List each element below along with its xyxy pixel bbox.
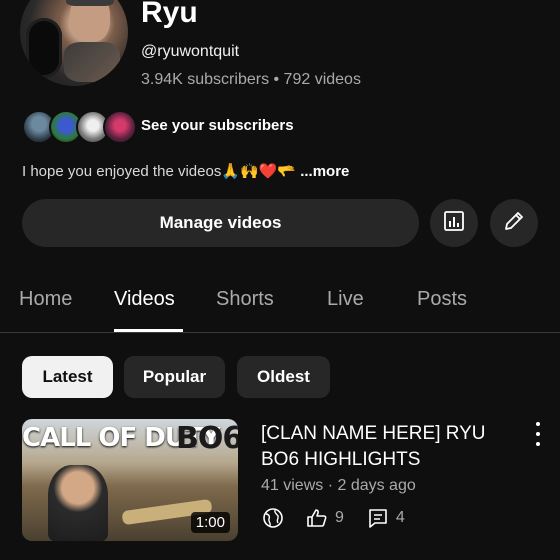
- avatar-cap: [66, 0, 114, 6]
- subscriber-avatar: [103, 110, 137, 144]
- chip-popular[interactable]: Popular: [124, 356, 225, 398]
- description-text: I hope you enjoyed the videos🙏🙌❤️🫳: [22, 163, 297, 180]
- channel-handle: @ryuwontquit: [141, 43, 240, 60]
- microphone-shape: [26, 18, 62, 78]
- video-title[interactable]: [CLAN NAME HERE] RYU BO6 HIGHLIGHTS: [261, 421, 511, 473]
- chip-oldest[interactable]: Oldest: [237, 356, 330, 398]
- channel-stats: 3.94K subscribers • 792 videos: [141, 71, 361, 88]
- video-stats: 9 4: [261, 505, 405, 531]
- like-count: 9: [335, 509, 344, 526]
- globe-icon: [261, 506, 285, 530]
- channel-description[interactable]: I hope you enjoyed the videos🙏🙌❤️🫳 ...mo…: [22, 162, 349, 180]
- comment-icon: [366, 506, 390, 530]
- manage-videos-button[interactable]: Manage videos: [22, 199, 419, 247]
- thumbnail-text-right: BO6: [176, 421, 238, 456]
- pencil-icon: [502, 209, 526, 238]
- tab-videos[interactable]: Videos: [114, 288, 175, 311]
- tab-live[interactable]: Live: [327, 288, 364, 311]
- active-tab-indicator: [114, 329, 183, 332]
- analytics-icon: [442, 209, 466, 238]
- more-options-icon[interactable]: [530, 422, 546, 446]
- see-subscribers-link[interactable]: See your subscribers: [141, 117, 294, 134]
- avatar-shoulder: [64, 42, 120, 82]
- like-icon: [305, 506, 329, 530]
- channel-name: Ryu: [141, 0, 198, 29]
- chip-latest[interactable]: Latest: [22, 356, 113, 398]
- thumbnail-person: [48, 465, 108, 541]
- channel-avatar[interactable]: [20, 0, 128, 86]
- tab-home[interactable]: Home: [19, 288, 72, 311]
- analytics-button[interactable]: [430, 199, 478, 247]
- channel-tabs: Home Videos Shorts Live Posts: [0, 280, 560, 333]
- edit-channel-button[interactable]: [490, 199, 538, 247]
- subscriber-avatars[interactable]: [22, 110, 137, 144]
- video-duration: 1:00: [190, 512, 230, 533]
- video-thumbnail[interactable]: CALL OF DUTY BO6 1:00: [22, 419, 238, 541]
- tab-shorts[interactable]: Shorts: [216, 288, 274, 311]
- avatar-face: [70, 0, 110, 42]
- more-link[interactable]: ...more: [300, 163, 349, 180]
- comment-count: 4: [395, 509, 405, 526]
- video-meta: 41 views · 2 days ago: [261, 477, 416, 494]
- tab-posts[interactable]: Posts: [417, 288, 467, 311]
